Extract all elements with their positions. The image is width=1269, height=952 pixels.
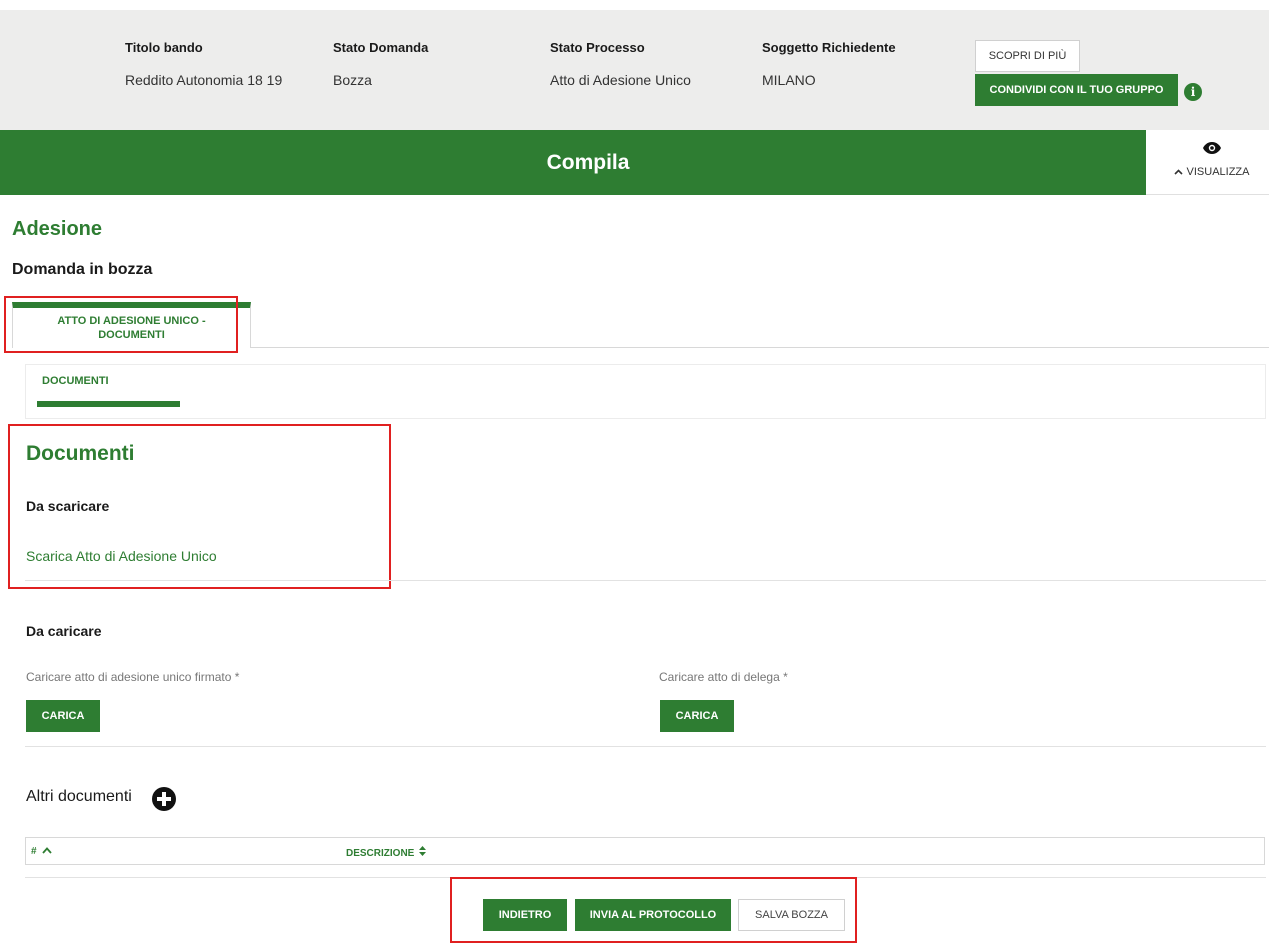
section-title-documenti: Documenti [26, 442, 135, 465]
indietro-button[interactable]: INDIETRO [483, 899, 567, 931]
info-label: Stato Processo [550, 40, 645, 55]
column-header-descrizione[interactable]: DESCRIZIONE [346, 846, 427, 859]
condividi-gruppo-button[interactable]: CONDIVIDI CON IL TUO GRUPPO [975, 74, 1178, 106]
eye-icon [1203, 142, 1221, 154]
visualizza-label: VISUALIZZA [1154, 166, 1269, 178]
altri-documenti-title: Altri documenti [26, 788, 132, 805]
add-document-plus-icon[interactable] [152, 787, 176, 811]
scopri-di-piu-button[interactable]: SCOPRI DI PIÙ [975, 40, 1080, 72]
subtab-bar: DOCUMENTI [25, 364, 1266, 419]
upload-label-atto-firmato: Caricare atto di adesione unico firmato … [26, 670, 240, 684]
compila-title: Compila [546, 150, 630, 174]
da-caricare-title: Da caricare [26, 623, 102, 639]
visualizza-text: VISUALIZZA [1186, 166, 1250, 178]
carica-atto-delega-button[interactable]: CARICA [660, 700, 734, 732]
info-stato-domanda: Stato Domanda Bozza [333, 40, 428, 88]
application-info-bar: Titolo bando Reddito Autonomia 18 19 Sta… [0, 10, 1269, 130]
carica-atto-firmato-button[interactable]: CARICA [26, 700, 100, 732]
tab-atto-adesione-documenti[interactable]: ATTO DI ADESIONE UNICO - DOCUMENTI [12, 302, 251, 348]
info-titolo-bando: Titolo bando Reddito Autonomia 18 19 [125, 40, 282, 88]
salva-bozza-button[interactable]: SALVA BOZZA [738, 899, 845, 931]
column-header-index[interactable]: # [31, 846, 53, 857]
visualizza-toggle[interactable]: VISUALIZZA [1146, 130, 1269, 195]
info-value: Atto di Adesione Unico [550, 72, 691, 88]
da-scaricare-title: Da scaricare [26, 498, 110, 514]
column-label: DESCRIZIONE [346, 848, 415, 859]
divider [25, 877, 1266, 878]
column-label: # [31, 846, 37, 857]
info-label: Stato Domanda [333, 40, 429, 55]
tab-label: ATTO DI ADESIONE UNICO - DOCUMENTI [57, 315, 206, 341]
invia-protocollo-button[interactable]: INVIA AL PROTOCOLLO [575, 899, 731, 931]
compila-band: Compila [0, 130, 1146, 195]
info-value: Reddito Autonomia 18 19 [125, 72, 283, 88]
info-value: MILANO [762, 72, 816, 88]
info-icon[interactable]: i [1184, 83, 1202, 101]
divider [25, 580, 1266, 581]
info-label: Titolo bando [125, 40, 203, 55]
info-soggetto-richiedente: Soggetto Richiedente MILANO [762, 40, 896, 88]
page-subtitle: Domanda in bozza [12, 261, 153, 278]
upload-label-atto-delega: Caricare atto di delega * [659, 670, 788, 684]
info-stato-processo: Stato Processo Atto di Adesione Unico [550, 40, 691, 88]
divider [25, 746, 1266, 747]
sort-ascending-icon [42, 847, 53, 854]
sort-icon [419, 846, 427, 856]
chevron-up-icon [1173, 169, 1183, 175]
info-value: Bozza [333, 72, 372, 88]
page-title: Adesione [12, 218, 103, 240]
subtab-documenti[interactable]: DOCUMENTI [42, 375, 109, 387]
scarica-atto-link[interactable]: Scarica Atto di Adesione Unico [26, 548, 217, 564]
info-label: Soggetto Richiedente [762, 40, 896, 55]
tab-divider [250, 347, 1269, 348]
documents-table-header: # DESCRIZIONE [25, 837, 1265, 865]
subtab-active-indicator [37, 401, 180, 407]
